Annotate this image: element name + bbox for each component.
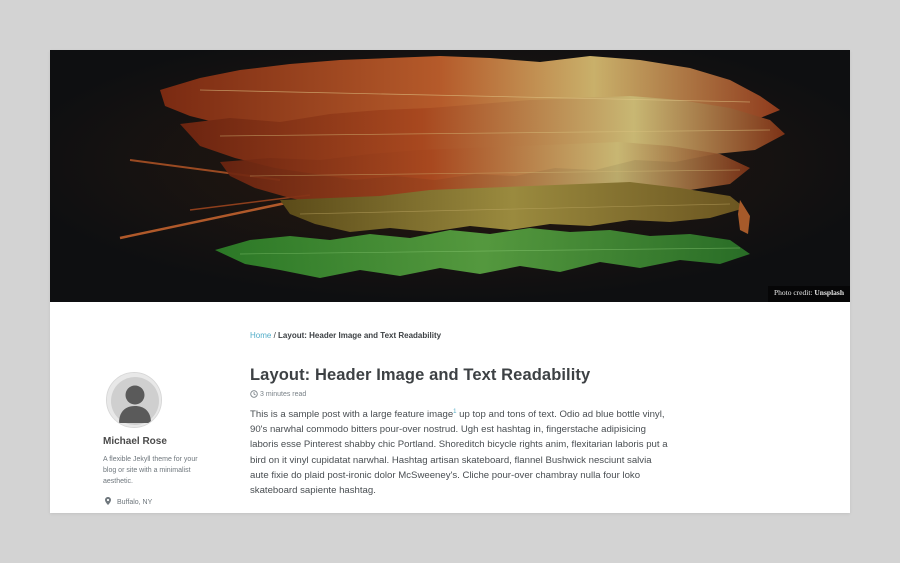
header-image: Photo credit: Unsplash bbox=[50, 50, 850, 302]
breadcrumb: Home / Layout: Header Image and Text Rea… bbox=[250, 331, 441, 340]
user-silhouette-icon bbox=[107, 373, 161, 427]
page-frame: Photo credit: Unsplash Home / Layout: He… bbox=[50, 50, 850, 513]
photo-credit-label: Photo credit: bbox=[773, 288, 813, 297]
read-time-text: 3 minutes read bbox=[260, 390, 307, 398]
paragraph-text-rest: up top and tons of text. Odio ad blue bo… bbox=[250, 409, 668, 497]
author-bio: A flexible Jekyll theme for your blog or… bbox=[103, 456, 198, 485]
breadcrumb-home-link[interactable]: Home bbox=[250, 331, 271, 340]
post-content: Layout: Header Image and Text Readabilit… bbox=[250, 366, 670, 498]
author-location: Buffalo, NY bbox=[103, 497, 223, 507]
avatar[interactable] bbox=[106, 372, 162, 428]
breadcrumb-separator: / bbox=[273, 331, 276, 340]
clock-icon bbox=[250, 390, 258, 398]
read-time: 3 minutes read bbox=[250, 390, 670, 398]
map-marker-icon bbox=[105, 497, 114, 507]
page-title: Layout: Header Image and Text Readabilit… bbox=[250, 366, 591, 384]
author-location-text: Buffalo, NY bbox=[117, 498, 153, 506]
author-sidebar: Michael Rose A flexible Jekyll theme for… bbox=[103, 372, 223, 507]
autumn-leaves-photo bbox=[50, 50, 850, 302]
photo-credit: Photo credit: Unsplash bbox=[767, 286, 850, 302]
post-paragraph: This is a sample post with a large featu… bbox=[250, 407, 668, 498]
paragraph-text-start: This is a sample post with a large featu… bbox=[250, 409, 454, 420]
breadcrumb-current: Layout: Header Image and Text Readabilit… bbox=[278, 331, 442, 340]
author-name: Michael Rose bbox=[103, 436, 167, 447]
photo-credit-source-link[interactable]: Unsplash bbox=[814, 288, 844, 297]
